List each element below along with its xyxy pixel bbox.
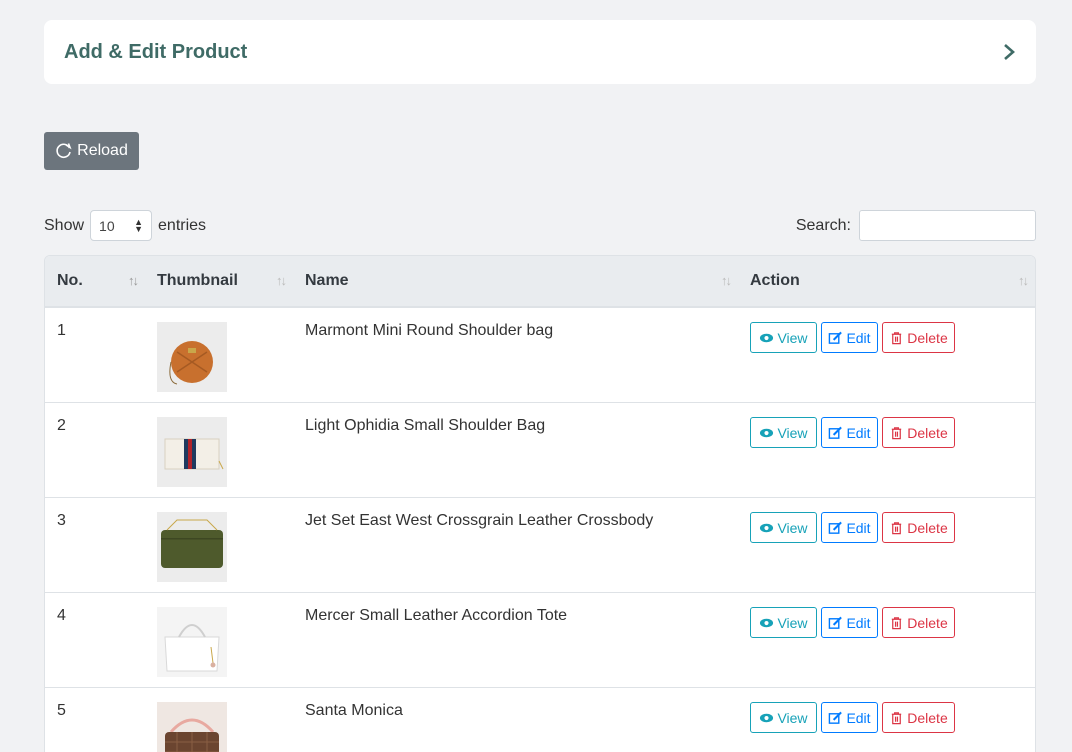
product-name: Jet Set East West Crossgrain Leather Cro… [305,512,654,529]
delete-label: Delete [907,709,948,726]
row-number: 5 [57,702,66,719]
product-name: Light Ophidia Small Shoulder Bag [305,417,546,434]
header-label: No. [57,272,83,289]
eye-icon [760,618,774,627]
add-edit-product-panel[interactable]: Add & Edit Product [44,20,1036,84]
eye-icon [760,713,774,722]
delete-button[interactable]: Delete [882,702,955,733]
product-thumbnail [157,607,227,677]
edit-button[interactable]: Edit [821,512,878,543]
product-thumbnail: LV [157,702,227,752]
entries-length-control: Show 10 ▲ ▼ entries [44,210,206,241]
chevron-right-icon[interactable] [1002,43,1016,61]
row-actions: View Edit Delete [750,607,1023,638]
entries-select[interactable]: 10 ▲ ▼ [90,210,153,241]
trash-icon [892,711,902,724]
row-actions: View Edit Delete [750,417,1023,448]
header-thumbnail[interactable]: Thumbnail ↑↓ [145,256,293,306]
product-thumbnail [157,512,227,582]
product-thumbnail [157,417,227,487]
product-name: Mercer Small Leather Accordion Tote [305,607,568,624]
edit-button[interactable]: Edit [821,417,878,448]
delete-button[interactable]: Delete [882,417,955,448]
trash-icon [892,331,902,344]
product-thumbnail [157,322,227,392]
edit-label: Edit [846,424,871,441]
table-row: 4 Mercer Small Leather Accordion Tote Vi… [45,593,1035,688]
view-label: View [777,329,808,346]
edit-icon [829,711,843,724]
view-button[interactable]: View [750,322,817,353]
entries-select-value: 10 [99,217,115,234]
header-action[interactable]: Action ↑↓ [738,256,1035,306]
view-button[interactable]: View [750,512,817,543]
view-label: View [777,519,808,536]
header-no[interactable]: No. ↑↓ [45,256,145,306]
trash-icon [892,616,902,629]
view-label: View [777,424,808,441]
view-label: View [777,709,808,726]
row-actions: View Edit Delete [750,322,1023,353]
delete-label: Delete [907,424,948,441]
view-button[interactable]: View [750,607,817,638]
delete-label: Delete [907,329,948,346]
view-button[interactable]: View [750,417,817,448]
delete-label: Delete [907,519,948,536]
header-label: Name [305,272,349,289]
view-label: View [777,614,808,631]
delete-button[interactable]: Delete [882,322,955,353]
product-name: Santa Monica [305,702,403,719]
search-input[interactable] [859,210,1036,241]
edit-icon [829,331,843,344]
table-search: Search: [796,210,1036,241]
trash-icon [892,521,902,534]
eye-icon [760,333,774,342]
row-number: 3 [57,512,66,529]
search-label: Search: [795,216,851,234]
eye-icon [760,523,774,532]
row-actions: View Edit Delete [750,702,1023,733]
trash-icon [892,426,902,439]
row-number: 2 [57,417,66,434]
entries-label: entries [158,216,207,234]
product-name: Marmont Mini Round Shoulder bag [305,322,554,339]
edit-label: Edit [846,709,871,726]
edit-button[interactable]: Edit [821,322,878,353]
header-label: Action [750,272,800,289]
panel-title: Add & Edit Product [64,40,248,63]
sort-icon: ↑↓ [1018,273,1029,288]
delete-button[interactable]: Delete [882,607,955,638]
sort-icon: ↑↓ [128,273,139,288]
table-header-row: No. ↑↓ Thumbnail ↑↓ Name ↑↓ Action ↑↓ [45,256,1035,308]
table-row: 5 LV Santa Monica View Edit Delete [45,688,1035,752]
edit-label: Edit [846,329,871,346]
reload-icon [56,143,72,159]
products-table: No. ↑↓ Thumbnail ↑↓ Name ↑↓ Action ↑↓ 1 … [44,255,1036,752]
header-label: Thumbnail [157,272,238,289]
row-number: 4 [57,607,66,624]
row-actions: View Edit Delete [750,512,1023,543]
table-row: 1 Marmont Mini Round Shoulder bag View E… [45,308,1035,403]
row-number: 1 [57,322,66,339]
header-name[interactable]: Name ↑↓ [293,256,738,306]
edit-button[interactable]: Edit [821,607,878,638]
delete-button[interactable]: Delete [882,512,955,543]
table-row: 3 Jet Set East West Crossgrain Leather C… [45,498,1035,593]
edit-label: Edit [846,614,871,631]
view-button[interactable]: View [750,702,817,733]
edit-icon [829,426,843,439]
sort-icon: ↑↓ [276,273,287,288]
table-row: 2 Light Ophidia Small Shoulder Bag View … [45,403,1035,498]
reload-label: Reload [77,142,128,159]
edit-icon [829,521,843,534]
select-arrows-icon: ▲ ▼ [134,216,144,234]
reload-button[interactable]: Reload [44,132,139,170]
edit-button[interactable]: Edit [821,702,878,733]
eye-icon [760,428,774,437]
show-label: Show [44,216,85,234]
edit-label: Edit [846,519,871,536]
delete-label: Delete [907,614,948,631]
edit-icon [829,616,843,629]
sort-icon: ↑↓ [721,273,732,288]
